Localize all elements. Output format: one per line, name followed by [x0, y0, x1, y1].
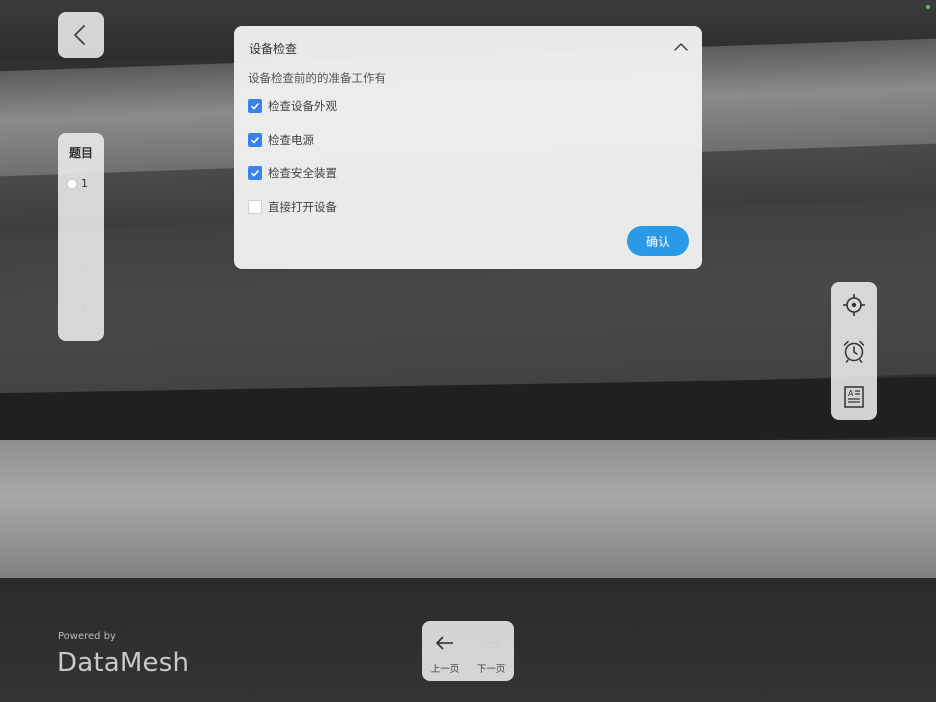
option-label: 检查设备外观 [268, 99, 337, 113]
prev-page-button[interactable]: 上一页 [425, 631, 465, 675]
step-number: 2 [81, 219, 88, 232]
progress-step-1[interactable]: 1 [68, 177, 102, 193]
step-number: 4 [81, 303, 88, 316]
progress-step-4[interactable]: 4 [68, 303, 102, 319]
dialog-title: 设备检查 [249, 42, 298, 56]
next-page-label: 下一页 [476, 664, 506, 675]
tool-panel: A [831, 282, 877, 420]
question-dialog: 设备检查 设备检查前的的准备工作有 检查设备外观 检查电源 检查安全装置 直接打… [234, 26, 702, 269]
option-label: 检查电源 [268, 133, 314, 147]
checkbox-checked[interactable] [248, 99, 262, 113]
checkmark-icon [250, 102, 260, 110]
option-check-power[interactable]: 检查电源 [248, 132, 314, 148]
locate-button[interactable] [842, 293, 866, 317]
checkbox-unchecked[interactable] [248, 200, 262, 214]
step-number: 3 [81, 261, 88, 274]
alarm-clock-icon [843, 340, 865, 363]
back-button[interactable] [58, 12, 104, 58]
collapse-button[interactable] [672, 38, 690, 56]
progress-line [72, 193, 73, 215]
option-check-appearance[interactable]: 检查设备外观 [248, 98, 337, 114]
arrow-left-icon [436, 636, 453, 650]
checkbox-checked[interactable] [248, 166, 262, 180]
progress-step-2[interactable]: 2 [68, 219, 102, 235]
checkmark-icon [250, 169, 260, 177]
brand-logo-text: DataMesh [57, 648, 190, 678]
progress-line [72, 233, 73, 257]
powered-by-label: Powered by [58, 631, 116, 642]
crosshair-icon [843, 294, 865, 316]
page-navigation: 上一页 下一页 [422, 621, 514, 681]
step-dot [68, 306, 76, 314]
option-open-device[interactable]: 直接打开设备 [248, 199, 337, 215]
status-indicator-dot [926, 5, 930, 9]
chevron-left-icon [74, 25, 85, 45]
option-label: 直接打开设备 [268, 200, 337, 214]
document-icon: A [844, 386, 864, 408]
question-progress-panel: 题目 1 2 3 4 [58, 133, 104, 341]
step-dot [68, 222, 76, 230]
question-text: 设备检查前的的准备工作有 [248, 71, 386, 85]
arrow-right-icon [483, 636, 500, 650]
timer-button[interactable] [842, 339, 866, 363]
prev-page-label: 上一页 [430, 664, 460, 675]
confirm-button[interactable]: 确认 [627, 226, 689, 256]
progress-title: 题目 [68, 146, 93, 160]
document-button[interactable]: A [842, 385, 866, 409]
step-dot [68, 180, 76, 188]
option-check-safety[interactable]: 检查安全装置 [248, 165, 337, 181]
checkbox-checked[interactable] [248, 133, 262, 147]
option-label: 检查安全装置 [268, 166, 337, 180]
svg-text:A: A [848, 389, 854, 398]
step-number: 1 [81, 177, 88, 190]
progress-line [72, 317, 73, 331]
progress-step-3[interactable]: 3 [68, 261, 102, 277]
progress-line [72, 275, 73, 299]
next-page-button[interactable]: 下一页 [471, 631, 511, 675]
chevron-up-icon [674, 43, 688, 51]
step-dot [68, 264, 76, 272]
checkmark-icon [250, 136, 260, 144]
